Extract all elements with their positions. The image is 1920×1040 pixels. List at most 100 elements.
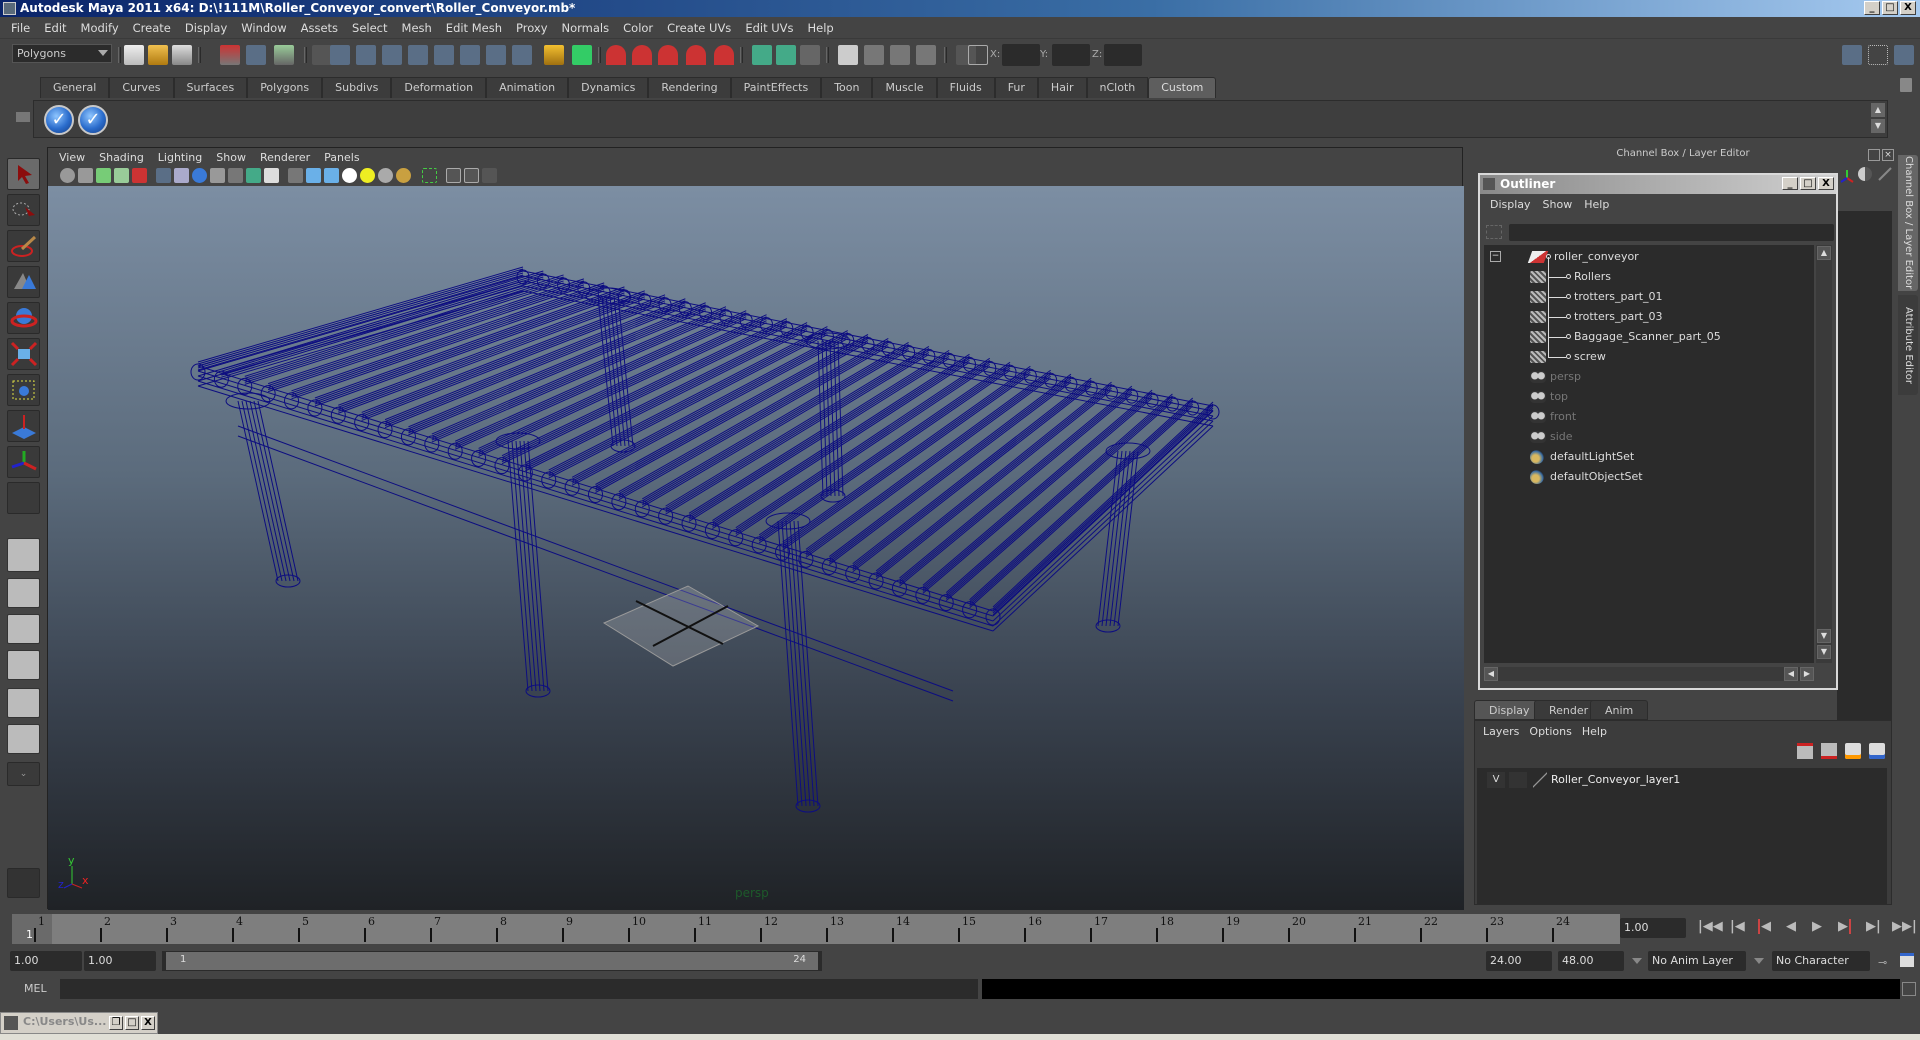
step-forward-frame-button[interactable]: ▶| [1866, 919, 1881, 934]
outliner-item[interactable]: Baggage_Scanner_part_05 [1484, 317, 1814, 347]
playback-start-field[interactable]: 1.00 [84, 951, 156, 971]
viewport-menu-shading[interactable]: Shading [92, 151, 151, 164]
xray-icon[interactable] [446, 168, 461, 183]
menu-modify[interactable]: Modify [74, 21, 126, 35]
safe-action-icon[interactable] [246, 168, 261, 183]
menu-display[interactable]: Display [178, 21, 234, 35]
minimized-window[interactable]: C:\Users\Us... ❐ □ X [0, 1012, 158, 1034]
absolute-transform-icon[interactable] [968, 45, 988, 65]
outliner-minimize-button[interactable]: _ [1782, 177, 1798, 190]
xray-joints-icon[interactable] [464, 168, 479, 183]
lasso-tool-icon[interactable] [7, 194, 40, 226]
bookmark-icon[interactable] [96, 168, 111, 183]
snap-to-curve-icon[interactable] [632, 45, 652, 65]
render-current-frame-icon[interactable] [864, 45, 884, 65]
grid-icon[interactable] [156, 168, 171, 183]
trash-icon[interactable] [1900, 78, 1912, 92]
current-time-field[interactable]: 1.00 [1620, 918, 1686, 938]
outliner-item[interactable]: side [1484, 427, 1814, 447]
layer-menu-help[interactable]: Help [1580, 725, 1615, 738]
menu-edit-mesh[interactable]: Edit Mesh [439, 21, 509, 35]
select-misc-icon[interactable] [512, 45, 532, 65]
time-slider-track[interactable]: 1 1 2 3 4 5 6 7 8 9 10 11 12 13 14 15 16 17 18 19 20 21 22 23 2… [12, 914, 1620, 944]
shelf-tab-subdivs[interactable]: Subdivs [322, 77, 392, 98]
attribute-editor-toggle-icon[interactable] [1842, 45, 1862, 65]
outliner-item[interactable]: trotters_part_01 [1484, 277, 1814, 307]
go-to-start-button[interactable]: |◀◀ [1698, 919, 1723, 934]
layer-color-swatch[interactable] [1533, 772, 1547, 788]
move-layer-up-icon[interactable] [1797, 743, 1813, 759]
select-by-component-icon[interactable] [274, 45, 294, 65]
menu-create-uvs[interactable]: Create UVs [660, 21, 738, 35]
menu-set-selector[interactable]: Polygons [12, 44, 112, 63]
output-ops-icon[interactable] [776, 45, 796, 65]
smooth-shade-icon[interactable] [306, 168, 321, 183]
x-field[interactable] [1002, 44, 1040, 66]
high-quality-icon[interactable] [396, 168, 411, 183]
shelf-tab-general[interactable]: General [40, 77, 110, 98]
hyper-icon[interactable] [1878, 167, 1892, 181]
save-scene-icon[interactable] [172, 45, 192, 65]
maximize-button[interactable]: □ [125, 1016, 139, 1030]
use-all-lights-icon[interactable] [360, 168, 375, 183]
shelf-scroll-down-button[interactable]: ▼ [1871, 119, 1885, 133]
end-time-field[interactable]: 48.00 [1558, 951, 1624, 971]
render-view-icon[interactable] [838, 45, 858, 65]
menu-proxy[interactable]: Proxy [509, 21, 555, 35]
y-field[interactable] [1052, 44, 1090, 66]
auto-key-icon[interactable]: ⊸ [1878, 956, 1887, 969]
shelf-tab-dynamics[interactable]: Dynamics [568, 77, 649, 98]
animation-preferences-icon[interactable] [1900, 953, 1914, 967]
maximize-button[interactable]: □ [1882, 1, 1898, 15]
input-ops-icon[interactable] [752, 45, 772, 65]
outliner-close-button[interactable]: X [1818, 177, 1834, 190]
speed-icon[interactable] [1858, 167, 1872, 181]
select-rendering-icon[interactable] [486, 45, 506, 65]
script-editor-icon[interactable] [1902, 982, 1916, 996]
outliner-menu-show[interactable]: Show [1539, 198, 1581, 211]
paint-select-tool-icon[interactable] [7, 230, 40, 262]
select-handles-icon[interactable] [330, 45, 350, 65]
outliner-menu-help[interactable]: Help [1580, 198, 1617, 211]
layer-menu-options[interactable]: Options [1527, 725, 1579, 738]
move-tool-icon[interactable] [7, 266, 40, 298]
lock-selection-icon[interactable] [544, 45, 564, 65]
scale-tool-icon[interactable] [7, 338, 40, 370]
close-button[interactable]: X [1900, 1, 1916, 15]
move-layer-down-icon[interactable] [1821, 743, 1837, 759]
wireframe-icon[interactable] [288, 168, 303, 183]
menu-create[interactable]: Create [126, 21, 178, 35]
play-backwards-button[interactable]: ◀ [1786, 919, 1796, 934]
menu-help[interactable]: Help [801, 21, 841, 35]
shelf-tab-painteffects[interactable]: PaintEffects [730, 77, 822, 98]
field-chart-icon[interactable] [228, 168, 243, 183]
layer-tab-anim[interactable]: Anim [1590, 700, 1649, 720]
menu-file[interactable]: File [4, 21, 37, 35]
snap-to-view-plane-icon[interactable] [686, 45, 706, 65]
close-panel-icon[interactable]: × [1882, 149, 1894, 161]
step-back-frame-button[interactable]: |◀ [1730, 919, 1745, 934]
shelf-tab-surfaces[interactable]: Surfaces [173, 77, 248, 98]
make-live-icon[interactable] [714, 45, 734, 65]
current-frame-indicator[interactable]: 1 [12, 914, 52, 944]
layer-playback-toggle[interactable] [1509, 772, 1527, 788]
outliner-item[interactable]: top [1484, 387, 1814, 407]
outliner-item[interactable]: defaultObjectSet [1484, 467, 1814, 487]
safe-title-icon[interactable] [264, 168, 279, 183]
tool-settings-toggle-icon[interactable] [1868, 45, 1888, 65]
shelf-tab-curves[interactable]: Curves [109, 77, 174, 98]
playback-end-field[interactable]: 24.00 [1486, 951, 1552, 971]
range-slider[interactable]: 1 24 [162, 951, 822, 971]
select-dynamics-icon[interactable] [460, 45, 480, 65]
menu-normals[interactable]: Normals [555, 21, 617, 35]
single-perspective-layout-icon[interactable] [7, 538, 40, 572]
film-gate-icon[interactable] [174, 168, 189, 183]
image-plane-icon[interactable] [114, 168, 129, 183]
last-used-tool-slot[interactable] [7, 482, 40, 514]
start-time-field[interactable]: 1.00 [10, 951, 82, 971]
outliner-item[interactable]: persp [1484, 367, 1814, 387]
viewport-menu-show[interactable]: Show [209, 151, 253, 164]
menu-window[interactable]: Window [234, 21, 293, 35]
select-joints-icon[interactable] [356, 45, 376, 65]
filter-toggle-icon[interactable] [1486, 225, 1502, 239]
